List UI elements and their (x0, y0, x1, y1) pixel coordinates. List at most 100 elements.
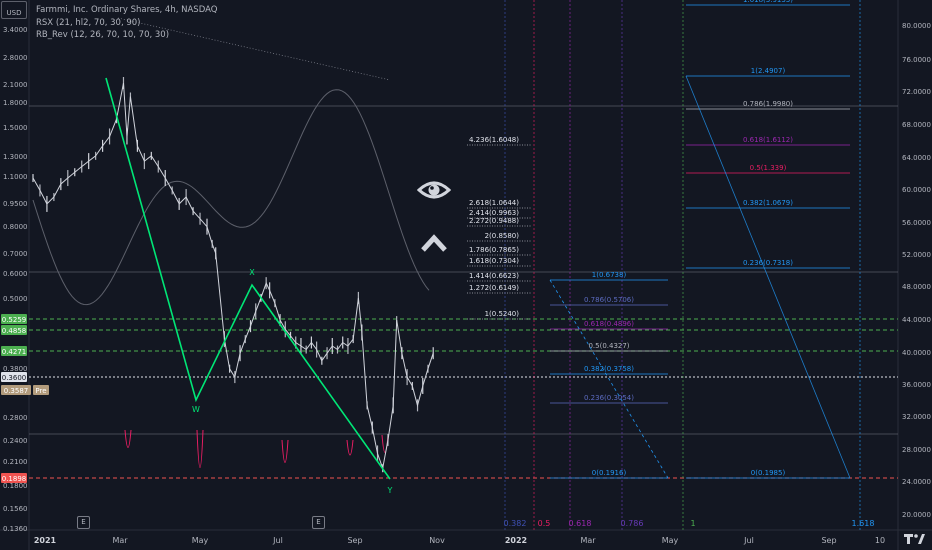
earnings-icon[interactable]: E (312, 516, 325, 529)
left-axis-tick: 0.1360 (3, 525, 28, 533)
left-axis-tick: 2.8000 (3, 54, 28, 62)
time-axis-tick: Jul (743, 536, 754, 545)
price-label-text: Pre (35, 387, 46, 395)
time-axis-tick: May (662, 536, 679, 545)
retracement-label: 0(0.1916) (592, 469, 627, 477)
left-axis-tick: 0.2400 (3, 437, 28, 445)
rsx-indicator-label[interactable]: RSX (21, hl2, 70, 30, 90) (36, 17, 217, 30)
wave-label: X (249, 268, 255, 277)
time-axis-tick: Jul (272, 536, 283, 545)
right-axis-tick: 48.0000 (902, 283, 931, 291)
extension-label: 2(0.8580) (485, 232, 520, 240)
price-label-text: 0.4271 (2, 348, 27, 356)
left-axis-tick: 0.9500 (3, 200, 28, 208)
extension-label: 2.272(0.9488) (469, 217, 519, 225)
price-line (32, 82, 434, 471)
left-axis-tick: 0.1800 (3, 482, 28, 490)
retracement-label: 0.236(0.7318) (743, 259, 793, 267)
extension-label: 4.236(1.6048) (469, 136, 519, 144)
extension-label: 1.618(0.7304) (469, 257, 519, 265)
left-axis-tick: 3.4000 (3, 26, 28, 34)
left-axis-tick: 0.6000 (3, 270, 28, 278)
extension-label: 1.272(0.6149) (469, 284, 519, 292)
right-axis-tick: 56.0000 (902, 219, 931, 227)
left-axis-tick: 0.2100 (3, 458, 28, 466)
left-axis-tick: 0.8000 (3, 223, 28, 231)
time-axis-tick: Nov (429, 536, 445, 545)
chart-legend: Farmmi, Inc. Ordinary Shares, 4h, NASDAQ… (36, 4, 217, 42)
time-fib-label: 0.618 (569, 519, 592, 528)
time-fib-label: 1 (690, 519, 695, 528)
retracement-label: 0.618(1.6112) (743, 136, 793, 144)
left-axis-tick: 1.5000 (3, 124, 28, 132)
tradingview-logo-icon (904, 534, 925, 544)
left-axis-tick: 1.8000 (3, 99, 28, 107)
oscillator-line (32, 89, 430, 306)
price-label-badge: 0.3600 (1, 372, 27, 382)
oscillator-spike (346, 439, 354, 456)
right-axis-tick: 80.0000 (902, 22, 931, 30)
right-axis-tick: 24.0000 (902, 478, 931, 486)
extension-label: 1(0.5240) (485, 310, 520, 318)
time-axis-tick: Mar (580, 536, 596, 545)
rb-rev-indicator-label[interactable]: RB_Rev (12, 26, 70, 10, 70, 30) (36, 29, 217, 42)
retracement-label: 0.5(1.339) (750, 164, 787, 172)
price-label-text: 0.5259 (2, 316, 27, 324)
time-axis-tick: 2022 (505, 536, 527, 545)
oscillator-spike (124, 429, 132, 448)
right-axis-tick: 40.0000 (902, 349, 931, 357)
right-axis-tick: 20.0000 (902, 511, 931, 519)
currency-badge[interactable]: ​ USD (1, 1, 27, 19)
price-label-badge: 0.3587 (1, 385, 31, 395)
retracement-label: 0.382(0.3758) (584, 365, 634, 373)
time-fib-label: 0.5 (538, 519, 551, 528)
left-axis-tick: 2.1000 (3, 81, 28, 89)
extension-label: 1.414(0.6623) (469, 272, 519, 280)
price-label-badge: 0.4858 (1, 325, 27, 335)
left-axis-tick: 1.3000 (3, 153, 28, 161)
right-axis-tick: 28.0000 (902, 446, 931, 454)
extension-label: 2.414(0.9963) (469, 209, 519, 217)
wave-label: Y (387, 486, 393, 495)
left-axis-tick: 0.1560 (3, 505, 28, 513)
price-label-text: 0.3600 (2, 374, 27, 382)
right-axis-tick: 64.0000 (902, 154, 931, 162)
right-axis-tick: 76.0000 (902, 56, 931, 64)
retracement-label: 1(2.4907) (751, 67, 786, 75)
time-fib-label: 0.786 (621, 519, 644, 528)
time-fib-label: 0.382 (504, 519, 527, 528)
earnings-icon[interactable]: E (77, 516, 90, 529)
right-axis-tick: 60.0000 (902, 186, 931, 194)
chevron-up-icon[interactable] (420, 232, 448, 254)
left-axis-tick: 0.7000 (3, 250, 28, 258)
eye-icon[interactable] (417, 176, 451, 204)
retracement-label: 1.618(3.9133) (743, 0, 793, 4)
price-label-badge: 0.4271 (1, 346, 27, 356)
left-axis-tick: 0.5000 (3, 295, 28, 303)
retracement-label: 0.786(1.9980) (743, 100, 793, 108)
right-axis-tick: 68.0000 (902, 121, 931, 129)
time-fib-label: 1.618 (852, 519, 875, 528)
wave-label: W (192, 405, 200, 414)
time-axis-tick: May (192, 536, 209, 545)
price-label-badge: 0.1898 (1, 473, 27, 483)
time-axis-tick: Sep (821, 536, 836, 545)
left-axis-tick: 0.3800 (3, 365, 28, 373)
left-axis-tick: 1.1000 (3, 173, 28, 181)
left-axis-tick: 0.2800 (3, 414, 28, 422)
retracement-label: 0.382(1.0679) (743, 199, 793, 207)
oscillator-spike (196, 429, 204, 468)
symbol-title[interactable]: Farmmi, Inc. Ordinary Shares, 4h, NASDAQ (36, 4, 217, 17)
retracement-label: 1(0.6738) (592, 271, 627, 279)
retracement-label: 0.5(0.4327) (588, 342, 629, 350)
extension-label: 1.786(0.7865) (469, 246, 519, 254)
right-axis-tick: 36.0000 (902, 381, 931, 389)
retracement-label: 0.236(0.3054) (584, 394, 634, 402)
price-label-text: 0.1898 (2, 475, 27, 483)
right-axis-tick: 52.0000 (902, 251, 931, 259)
price-chart[interactable]: 3.4000 2.8000 2.1000 1.8000 1.5000 1.3000 1.10… (0, 0, 932, 550)
right-axis-tick: 44.0000 (902, 316, 931, 324)
time-axis-tick: Mar (112, 536, 128, 545)
time-axis-tick: 10 (875, 536, 885, 545)
retracement-trend (549, 279, 669, 479)
